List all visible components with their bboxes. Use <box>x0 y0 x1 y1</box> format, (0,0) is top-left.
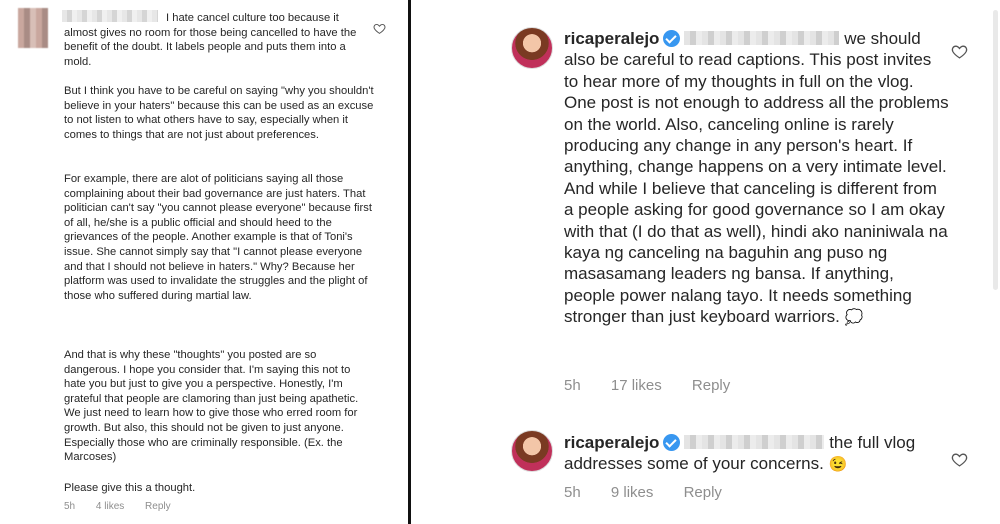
reply-button[interactable]: Reply <box>145 501 171 512</box>
reply-button[interactable]: Reply <box>692 377 730 394</box>
avatar[interactable] <box>511 430 553 472</box>
wink-emoji: 😉 <box>828 456 848 474</box>
comment-meta: 5h 4 likes Reply <box>64 501 189 512</box>
timestamp: 5h <box>564 484 581 501</box>
likes-count[interactable]: 17 likes <box>611 377 662 394</box>
comment-paragraph: I hate cancel culture too because it alm… <box>64 12 357 68</box>
reply-comment: ricaperalejo the full vlog addresses som… <box>564 432 949 476</box>
verified-badge-icon <box>663 30 681 47</box>
likes-count[interactable]: 9 likes <box>611 484 654 501</box>
reply-text: we should also be careful to read captio… <box>564 29 949 327</box>
reply-meta: 5h 9 likes Reply <box>564 484 748 501</box>
left-comment-panel: I hate cancel culture too because it alm… <box>0 0 408 524</box>
reply-comment: ricaperalejo we should also be careful t… <box>564 28 949 329</box>
username[interactable]: ricaperalejo <box>564 29 659 48</box>
likes-count[interactable]: 4 likes <box>96 501 124 512</box>
comment-paragraph: But I think you have to be careful on sa… <box>64 85 374 141</box>
scrollbar[interactable] <box>993 10 998 290</box>
comment-paragraph: For example, there are alot of politicia… <box>64 173 372 302</box>
blurred-avatar[interactable] <box>18 8 48 48</box>
username[interactable]: ricaperalejo <box>564 433 659 452</box>
thought-bubble-emoji: 💭 <box>844 309 864 327</box>
timestamp: 5h <box>564 377 581 394</box>
heart-icon[interactable] <box>951 451 968 468</box>
reply-button[interactable]: Reply <box>684 484 722 501</box>
verified-badge-icon <box>663 434 681 451</box>
comment-paragraph: And that is why these "thoughts" you pos… <box>64 349 359 464</box>
blurred-mention[interactable] <box>684 31 840 45</box>
avatar[interactable] <box>511 27 553 69</box>
reply-meta: 5h 17 likes Reply <box>564 377 756 394</box>
timestamp: 5h <box>64 501 76 512</box>
right-replies-panel: ricaperalejo we should also be careful t… <box>411 0 1000 524</box>
heart-icon[interactable] <box>951 43 968 60</box>
blurred-mention[interactable] <box>684 435 825 449</box>
heart-icon[interactable] <box>373 22 386 35</box>
comment-paragraph: Please give this a thought. <box>64 482 196 494</box>
